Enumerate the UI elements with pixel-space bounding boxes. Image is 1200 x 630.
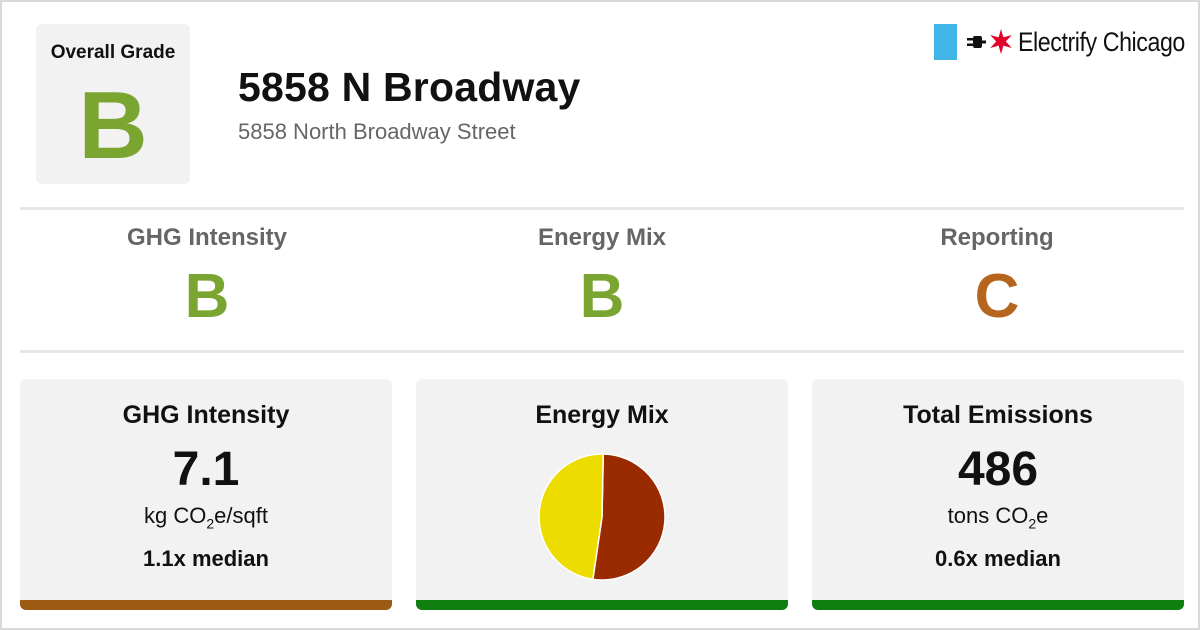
brand-name: Electrify Chicago: [1018, 27, 1185, 57]
grade-value: B: [579, 262, 625, 331]
ghg-intensity-grade: GHG Intensity B: [22, 224, 392, 328]
building-report-card: Overall Grade B 5858 N Broadway 5858 Nor…: [0, 0, 1200, 630]
energy-mix-panel: Energy Mix: [416, 379, 788, 610]
building-name: 5858 N Broadway: [238, 64, 581, 110]
overall-grade-label: Overall Grade: [50, 42, 176, 63]
star-icon: [990, 29, 1012, 54]
panel-title: Energy Mix: [535, 401, 669, 429]
pie-slice-0: [592, 453, 666, 581]
chicago-flag-icon: [934, 24, 957, 60]
total-emissions-unit: tons CO2e: [947, 503, 1049, 532]
divider: [20, 350, 1184, 353]
ghg-intensity-value: 7.1: [172, 443, 240, 496]
overall-grade-value: B: [78, 72, 148, 179]
grade-value: C: [974, 262, 1020, 331]
energy-mix-status-bar: [416, 600, 788, 610]
divider: [20, 207, 1184, 210]
reporting-grade: Reporting C: [812, 224, 1182, 328]
overall-grade-box: Overall Grade B: [36, 24, 190, 184]
ghg-intensity-panel: GHG Intensity 7.1 kg CO2e/sqft 1.1x medi…: [20, 379, 392, 610]
grade-label: GHG Intensity: [126, 224, 288, 251]
building-address: 5858 North Broadway Street: [238, 119, 516, 144]
grade-label: Energy Mix: [537, 224, 667, 251]
panel-title: GHG Intensity: [122, 401, 290, 429]
panel-title: Total Emissions: [903, 401, 1093, 429]
grade-value: B: [184, 262, 230, 331]
plug-icon: [967, 36, 986, 48]
ghg-median-comparison: 1.1x median: [143, 546, 269, 571]
total-emissions-value: 486: [957, 443, 1039, 496]
ghg-status-bar: [20, 600, 392, 610]
pie-slice-1: [538, 453, 605, 581]
energy-mix-pie-chart: [538, 453, 666, 581]
electrify-chicago-logo[interactable]: Electrify Chicago: [932, 24, 1185, 64]
energy-mix-grade: Energy Mix B: [417, 224, 787, 328]
total-emissions-panel: Total Emissions 486 tons CO2e 0.6x media…: [812, 379, 1184, 610]
total-emissions-status-bar: [812, 600, 1184, 610]
total-median-comparison: 0.6x median: [935, 546, 1061, 571]
grade-label: Reporting: [940, 224, 1054, 251]
ghg-intensity-unit: kg CO2e/sqft: [144, 503, 268, 532]
